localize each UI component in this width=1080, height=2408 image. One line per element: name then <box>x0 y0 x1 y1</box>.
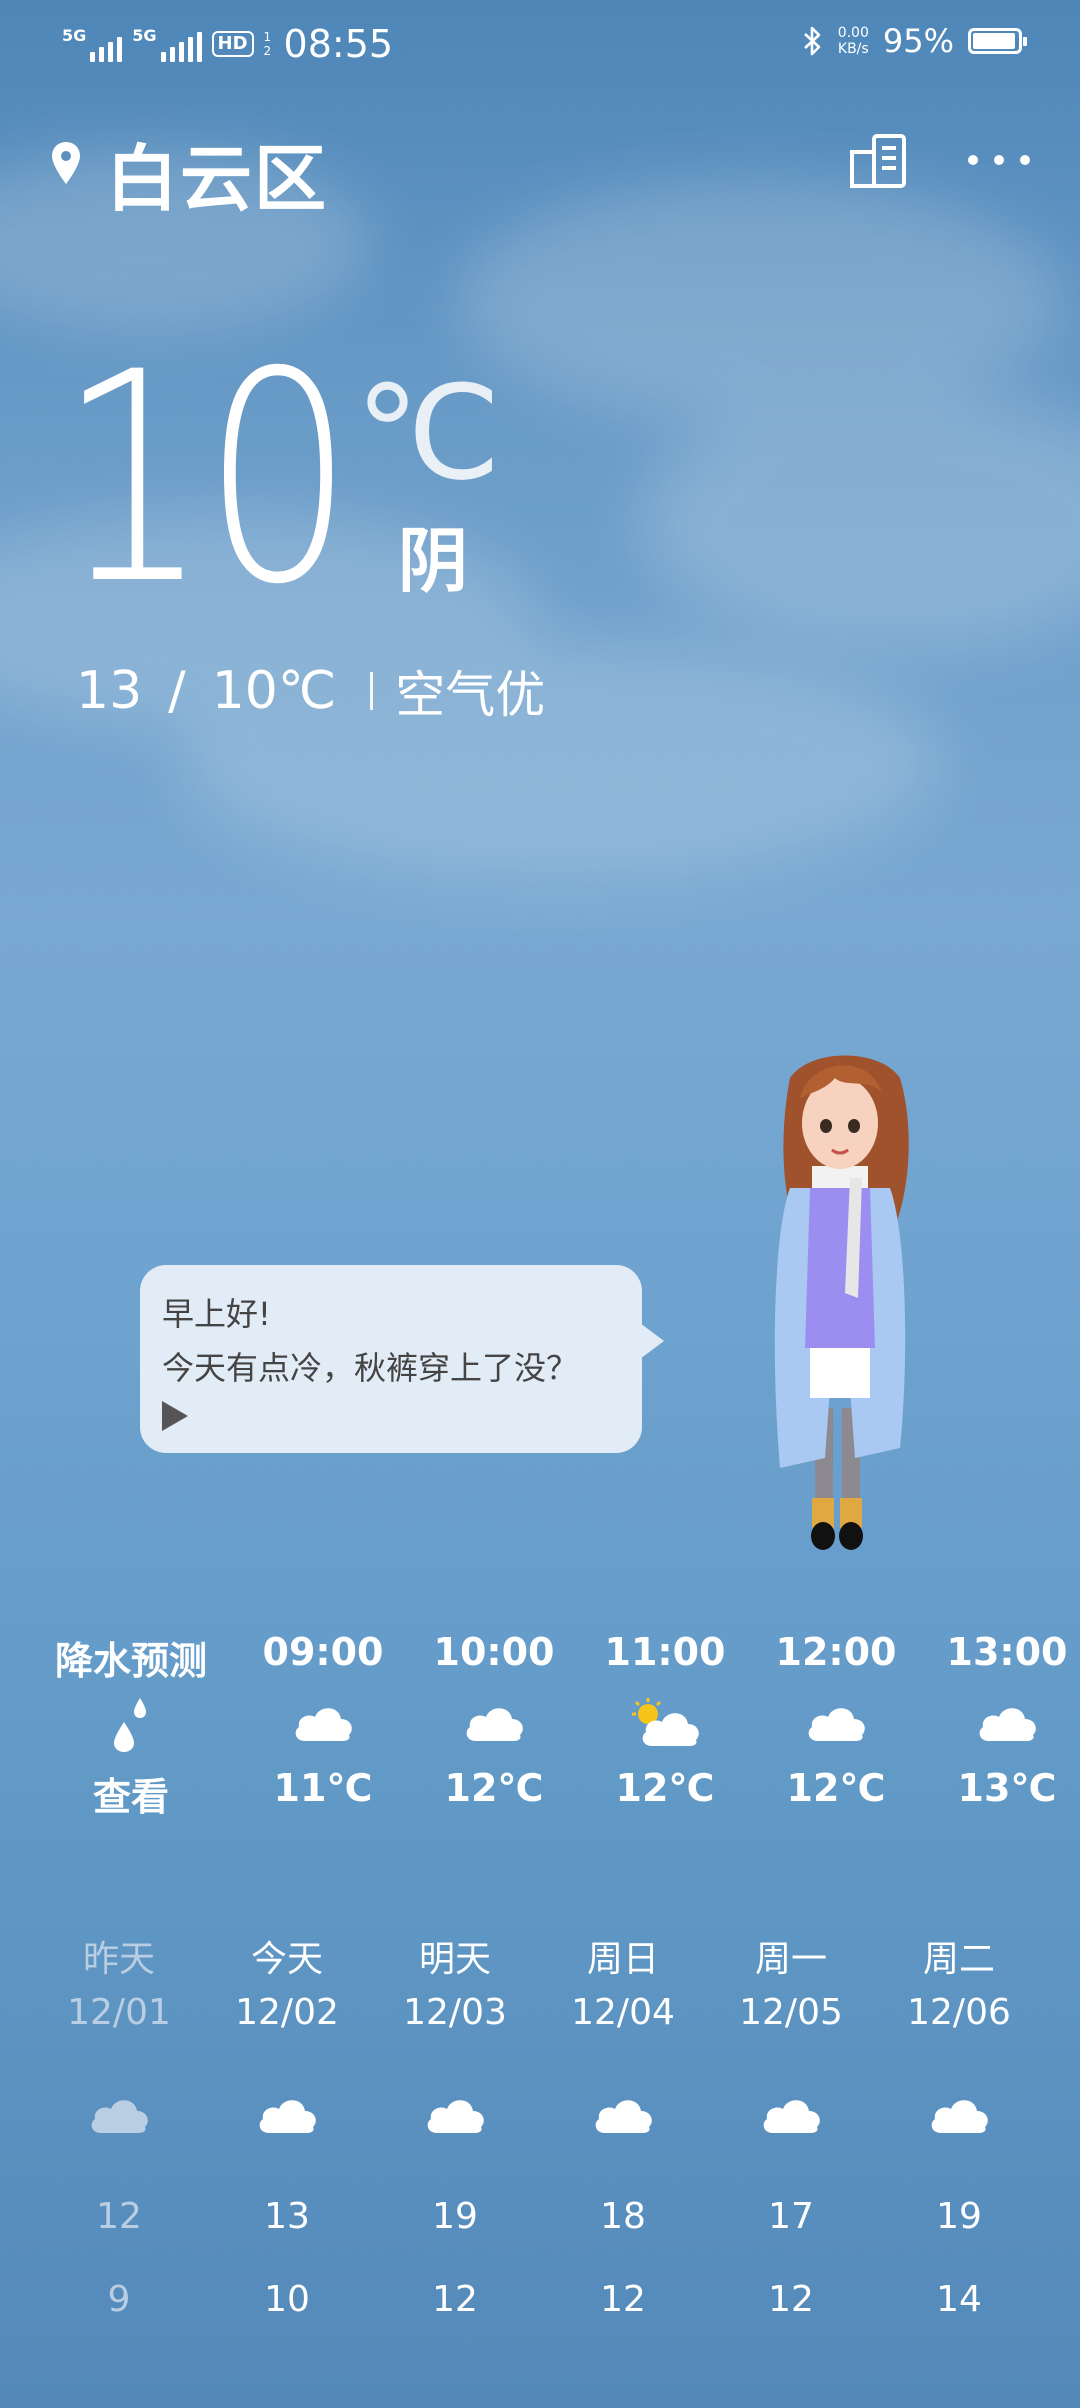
day-item[interactable]: 周一 12/05 17 12 <box>707 1930 875 2340</box>
cloudy-icon <box>808 1708 865 1741</box>
day-low: 12 <box>600 2279 646 2320</box>
battery-percent: 95% <box>882 22 954 60</box>
day-name: 周二 <box>922 1939 995 1980</box>
hour-time: 12:00 <box>775 1630 897 1674</box>
hour-temp: 11℃ <box>273 1766 373 1810</box>
partly-sunny-icon <box>632 1698 699 1746</box>
day-date: 12/04 <box>571 1992 675 2033</box>
status-bar: 5G 5G HD 1 2 08:55 0.00 KB/s 95% <box>0 18 1080 78</box>
weather-condition: 阴 <box>398 520 468 602</box>
assistant-greeting: 早上好! <box>162 1295 271 1333</box>
day-date: 12/01 <box>67 1992 171 2033</box>
low-temp: 10℃ <box>211 661 337 721</box>
hour-time: 10:00 <box>433 1630 555 1674</box>
day-high: 19 <box>432 2196 478 2237</box>
cloudy-icon <box>295 1708 352 1741</box>
location-name[interactable]: 白云区 <box>106 120 328 225</box>
hour-temp: 12℃ <box>444 1766 544 1810</box>
city-manage-icon[interactable] <box>848 130 910 192</box>
divider <box>370 672 374 710</box>
hour-temp: 13℃ <box>957 1766 1057 1810</box>
hour-item: 09:00 11℃ <box>238 1630 408 1810</box>
current-temperature: 10 <box>58 311 354 648</box>
weather-avatar-girl[interactable] <box>750 1048 930 1568</box>
cloudy-icon <box>427 2100 484 2133</box>
hourly-forecast: 降水预测 查看 09:00 11℃ 10:00 12℃ 11:00 12℃ 12… <box>0 1630 1080 1830</box>
hour-temp: 12℃ <box>786 1766 886 1810</box>
day-item[interactable]: 明天 12/03 19 12 <box>371 1930 539 2340</box>
net-speed-value: 0.00 <box>837 25 869 41</box>
temperature-unit: ℃ <box>355 357 501 509</box>
hd-voice-icon: HD <box>211 31 254 57</box>
header: 白云区 <box>50 120 1030 221</box>
high-temp: 13 <box>76 661 143 721</box>
day-item-yesterday[interactable]: 昨天 12/01 12 9 <box>35 1930 203 2340</box>
daily-forecast: 昨天 12/01 12 9 今天 12/02 13 10 明天 12/03 19… <box>0 1930 1080 2330</box>
day-item[interactable]: 周日 12/04 18 12 <box>539 1930 707 2340</box>
day-name: 周日 <box>586 1939 659 1980</box>
day-date: 12/03 <box>403 1992 507 2033</box>
precip-view-link[interactable]: 查看 <box>46 1766 216 1821</box>
raindrops-icon <box>114 1698 146 1752</box>
cloudy-icon <box>91 2100 148 2133</box>
battery-icon <box>968 28 1027 54</box>
day-low: 9 <box>107 2279 131 2320</box>
day-high: 12 <box>96 2196 142 2237</box>
day-date: 12/06 <box>907 1992 1011 2033</box>
status-right: 0.00 KB/s 95% <box>802 22 1027 60</box>
more-options-icon[interactable] <box>968 140 1030 180</box>
day-low: 10 <box>264 2279 310 2320</box>
hour-item: 13:00 13℃ <box>922 1630 1080 1810</box>
net-speed-unit: KB/s <box>837 41 869 57</box>
hour-item: 10:00 12℃ <box>409 1630 579 1810</box>
cloudy-icon <box>259 2100 316 2133</box>
day-high: 18 <box>600 2196 646 2237</box>
day-low: 12 <box>432 2279 478 2320</box>
day-high: 13 <box>264 2196 310 2237</box>
day-name: 昨天 <box>82 1939 155 1980</box>
hour-item: 12:00 12℃ <box>751 1630 921 1810</box>
cloudy-icon <box>763 2100 820 2133</box>
temperature-range: 13 / 10℃ 空气优 <box>76 655 545 727</box>
hour-temp: 12℃ <box>615 1766 715 1810</box>
net-speed: 0.00 KB/s <box>838 25 869 57</box>
cloudy-icon <box>466 1708 523 1741</box>
signal-1-label: 5G <box>62 26 87 45</box>
day-low: 14 <box>936 2279 982 2320</box>
signal-2-label: 5G <box>132 26 157 45</box>
status-left: 5G 5G HD 1 2 08:55 <box>62 22 393 66</box>
day-name: 周一 <box>754 1939 827 1980</box>
range-separator: / <box>168 661 186 721</box>
assistant-message: 今天有点冷，秋裤穿上了没？ <box>162 1349 579 1387</box>
status-time: 08:55 <box>283 22 394 66</box>
cloudy-icon <box>595 2100 652 2133</box>
day-item[interactable]: 周二 12/06 19 14 <box>875 1930 1043 2340</box>
location-pin-icon <box>52 142 80 184</box>
hour-time: 13:00 <box>946 1630 1068 1674</box>
cloudy-icon <box>979 1708 1036 1741</box>
precip-label: 降水预测 <box>54 1639 207 1683</box>
hour-time: 11:00 <box>604 1630 726 1674</box>
day-item[interactable]: 今天 12/02 13 10 <box>203 1930 371 2340</box>
signal-1-icon: 5G <box>62 26 123 62</box>
day-name: 今天 <box>250 1939 323 1980</box>
day-high: 19 <box>936 2196 982 2237</box>
precip-forecast-column[interactable]: 降水预测 查看 <box>46 1630 216 1821</box>
hour-item: 11:00 12℃ <box>580 1630 750 1810</box>
day-date: 12/02 <box>235 1992 339 2033</box>
cloudy-icon <box>931 2100 988 2133</box>
hour-time: 09:00 <box>262 1630 384 1674</box>
day-high: 17 <box>768 2196 814 2237</box>
signal-2-icon: 5G <box>132 26 202 62</box>
air-quality[interactable]: 空气优 <box>395 655 545 727</box>
day-date: 12/05 <box>739 1992 843 2033</box>
day-low: 12 <box>768 2279 814 2320</box>
assistant-speech-bubble[interactable]: 早上好! 今天有点冷，秋裤穿上了没？ <box>140 1265 664 1453</box>
day-name: 明天 <box>418 1939 491 1980</box>
hd-sub-label: 1 2 <box>263 30 272 58</box>
bluetooth-icon <box>803 26 821 56</box>
play-icon[interactable] <box>162 1401 188 1431</box>
battery-fill <box>973 33 1015 49</box>
